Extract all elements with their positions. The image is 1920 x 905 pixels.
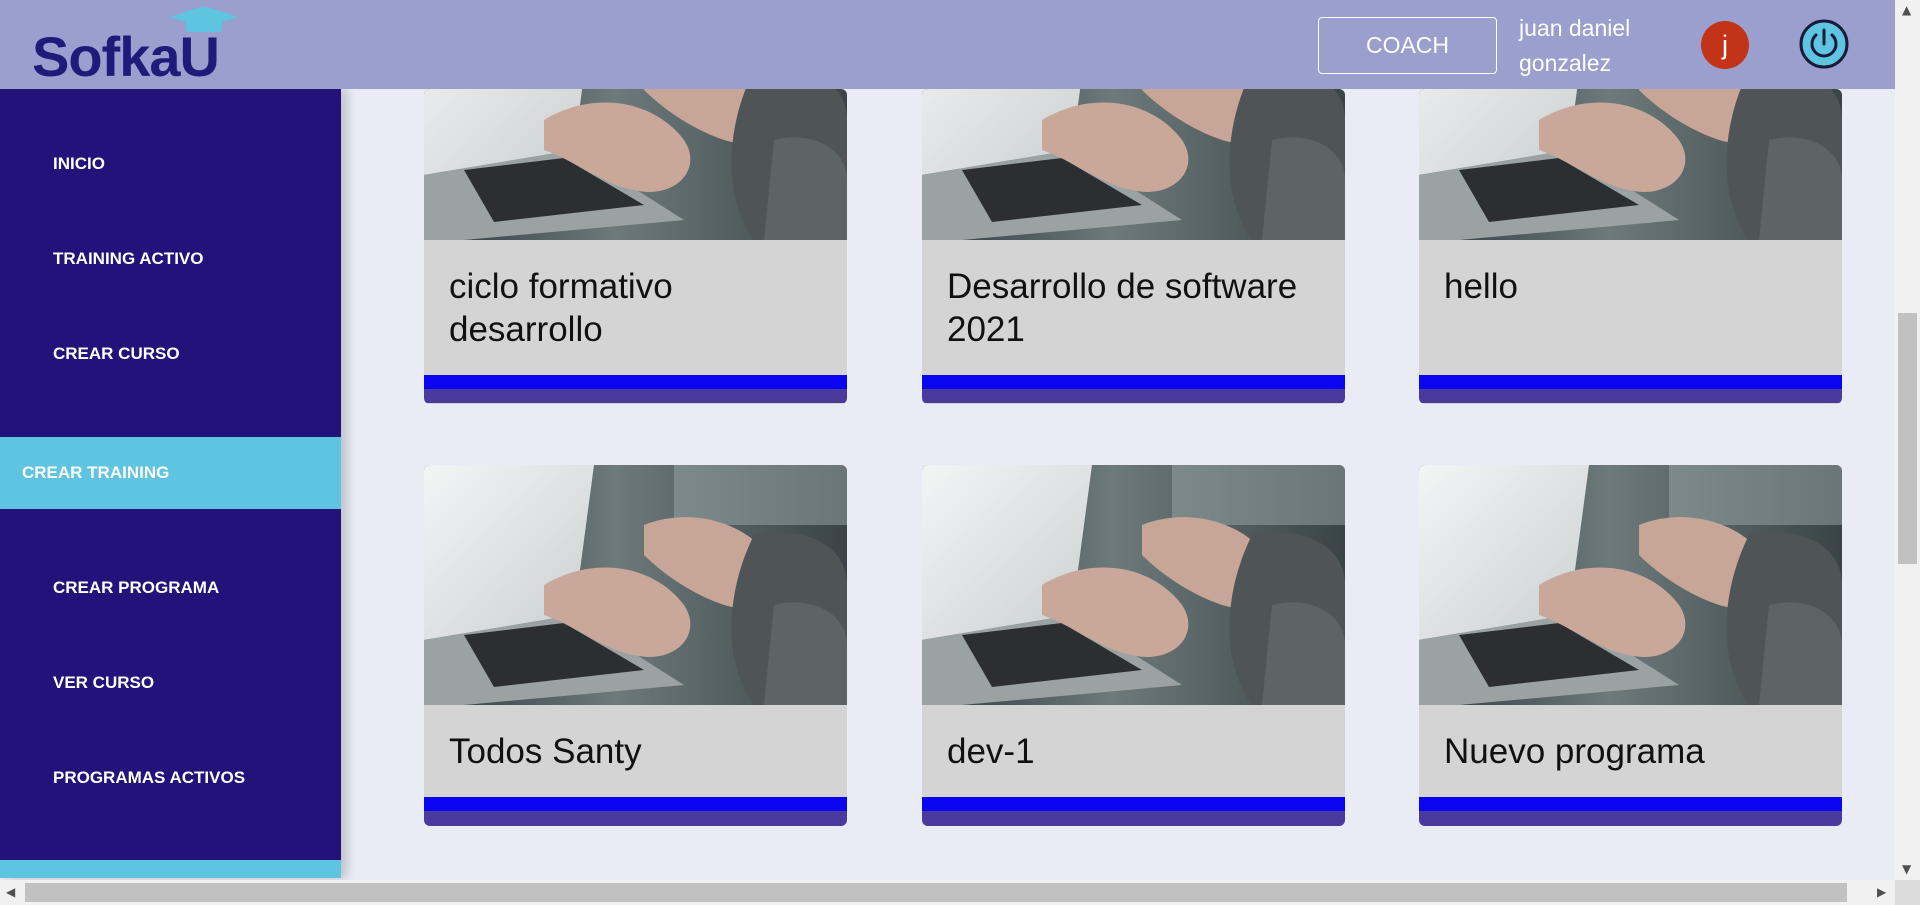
sidebar-item-label: CREAR CURSO <box>53 344 180 363</box>
sidebar-item-programas-activos[interactable]: PROGRAMAS ACTIVOS <box>0 768 341 792</box>
sidebar-item-label: CREAR TRAINING <box>22 463 170 482</box>
laptop-image <box>1419 89 1842 240</box>
card-footer <box>424 811 847 826</box>
program-card[interactable]: Nuevo programa <box>1419 465 1842 826</box>
scroll-up-arrow-icon[interactable]: ▲ <box>1902 4 1911 16</box>
coach-role-button[interactable]: COACH <box>1318 17 1497 74</box>
program-card[interactable]: hello <box>1419 89 1842 404</box>
program-card[interactable]: Desarrollo de software 2021 <box>922 89 1345 404</box>
card-accent-bar <box>424 797 847 811</box>
sidebar-item-label: VER CURSO <box>53 673 155 692</box>
sidebar-item-inicio[interactable]: INICIO <box>0 154 341 178</box>
card-footer <box>922 389 1345 403</box>
user-name: juan daniel gonzalez <box>1519 15 1631 76</box>
program-card[interactable]: dev-1 <box>922 465 1345 826</box>
card-accent-bar <box>922 375 1345 389</box>
scroll-down-arrow-icon[interactable]: ▼ <box>1902 863 1911 875</box>
horizontal-scrollbar-thumb[interactable] <box>25 883 1847 902</box>
program-card[interactable]: Todos Santy <box>424 465 847 826</box>
sidebar-item-label: CREAR PROGRAMA <box>53 578 220 597</box>
sidebar-bottom-strip <box>0 860 341 878</box>
card-title: hello <box>1444 267 1518 306</box>
user-avatar[interactable]: j <box>1701 21 1749 69</box>
card-title: ciclo formativo desarrollo <box>449 267 673 349</box>
sidebar-item-label: PROGRAMAS ACTIVOS <box>53 768 246 787</box>
laptop-image <box>1419 465 1842 705</box>
vertical-scrollbar-thumb[interactable] <box>1898 313 1917 564</box>
sidebar-item-crear-training[interactable]: CREAR TRAINING <box>0 437 341 509</box>
sidebar-item-crear-curso[interactable]: CREAR CURSO <box>0 344 341 368</box>
card-footer <box>922 811 1345 826</box>
sidebar-item-label: INICIO <box>53 154 105 173</box>
card-title: Desarrollo de software 2021 <box>947 267 1298 349</box>
top-header: SofkaU COACH juan daniel gonzalez j <box>0 0 1895 89</box>
laptop-image <box>922 465 1345 705</box>
card-accent-bar <box>1419 797 1842 811</box>
card-accent-bar <box>424 375 847 389</box>
program-card[interactable]: ciclo formativo desarrollo <box>424 89 847 404</box>
sidebar-item-ver-curso[interactable]: VER CURSO <box>0 673 341 697</box>
sofkau-logo[interactable]: SofkaU <box>32 6 242 88</box>
scrollbar-corner <box>1895 880 1920 905</box>
card-accent-bar <box>1419 375 1842 389</box>
card-title: Todos Santy <box>449 732 642 771</box>
laptop-image <box>424 89 847 240</box>
logo-text: SofkaU <box>32 25 220 88</box>
sidebar-nav: INICIO TRAINING ACTIVO CREAR CURSO CREAR… <box>0 89 341 878</box>
card-footer <box>1419 389 1842 403</box>
laptop-image <box>424 465 847 705</box>
card-title: dev-1 <box>947 732 1035 771</box>
laptop-image <box>922 89 1345 240</box>
sidebar-item-training-activo[interactable]: TRAINING ACTIVO <box>0 249 341 273</box>
card-footer <box>1419 811 1842 826</box>
card-title: Nuevo programa <box>1444 732 1705 771</box>
card-accent-bar <box>922 797 1345 811</box>
scroll-right-arrow-icon[interactable]: ▶ <box>1877 886 1886 898</box>
card-footer <box>424 389 847 403</box>
power-icon[interactable] <box>1799 19 1849 69</box>
sidebar-item-label: TRAINING ACTIVO <box>53 249 204 268</box>
sidebar-item-crear-programa[interactable]: CREAR PROGRAMA <box>0 578 341 602</box>
scroll-left-arrow-icon[interactable]: ◀ <box>6 886 15 898</box>
